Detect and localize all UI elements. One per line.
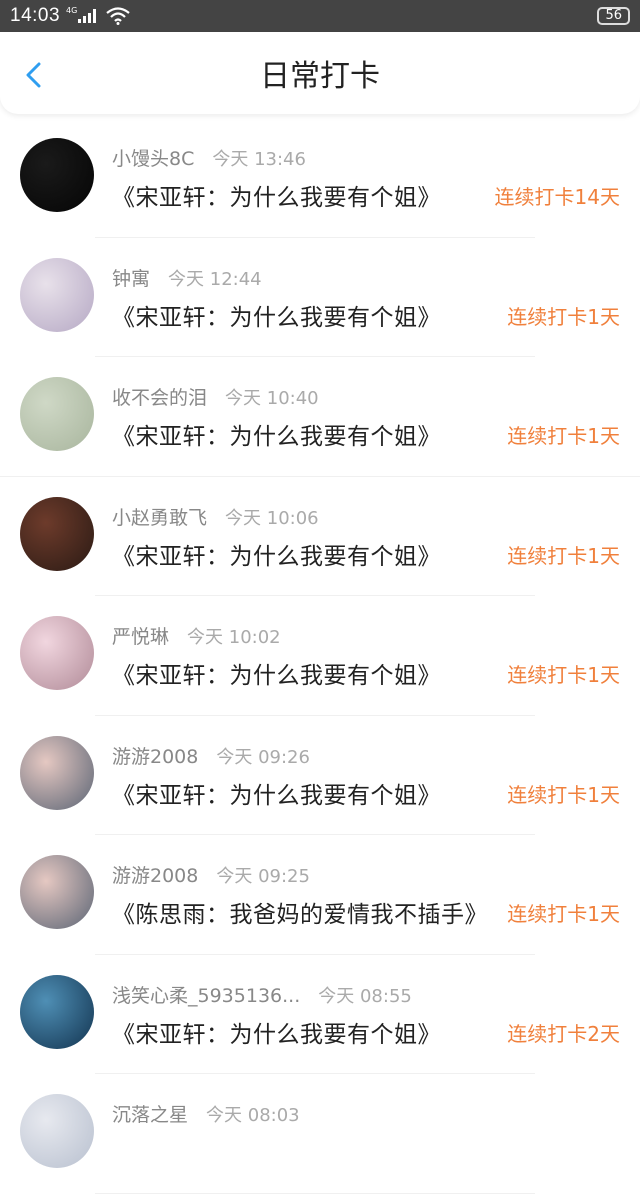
book-title[interactable]: 《宋亚轩：为什么我要有个姐》 [112, 1015, 441, 1049]
list-item[interactable]: 沉落之星 今天 08:03 [0, 1074, 640, 1194]
checkin-time: 今天 12:44 [168, 268, 262, 290]
status-time: 14:03 [10, 5, 61, 26]
wifi-icon [106, 7, 131, 25]
user-name[interactable]: 收不会的泪 [112, 387, 207, 409]
page-title: 日常打卡 [260, 59, 380, 94]
streak-label: 连续打卡1天 [507, 304, 620, 329]
item-meta: 游游2008 今天 09:26 [112, 742, 310, 769]
item-meta: 钟寓 今天 12:44 [112, 264, 262, 291]
avatar[interactable] [20, 855, 94, 929]
list-item[interactable]: 浅笑心柔_5935136... 今天 08:55 《宋亚轩：为什么我要有个姐》 连… [0, 955, 640, 1074]
list-item[interactable]: 游游2008 今天 09:26 《宋亚轩：为什么我要有个姐》 连续打卡1天 [0, 716, 640, 835]
avatar[interactable] [20, 377, 94, 451]
streak-label: 连续打卡1天 [507, 424, 620, 448]
nav-bar: 日常打卡 [0, 32, 640, 114]
checkin-time: 今天 08:03 [206, 1105, 300, 1126]
avatar[interactable] [20, 496, 94, 571]
user-name[interactable]: 严悦琳 [112, 626, 169, 648]
avatar[interactable] [20, 616, 94, 690]
divider [95, 1192, 535, 1194]
checkin-time: 今天 08:55 [318, 985, 412, 1007]
back-arrow-icon[interactable] [22, 62, 48, 88]
checkin-list[interactable]: 小馒头8C 今天 13:46 《宋亚轩：为什么我要有个姐》 连续打卡14天 钟寓今… [0, 118, 640, 1194]
item-meta: 游游2008 今天 09:25 [112, 861, 310, 888]
user-name[interactable]: 沉落之星 [112, 1104, 188, 1126]
list-item[interactable]: 小馒头8C 今天 13:46 《宋亚轩：为什么我要有个姐》 连续打卡14天 [0, 118, 640, 238]
book-title[interactable]: 《宋亚轩：为什么我要有个姐》 [112, 298, 441, 332]
item-meta: 小馒头8C 今天 13:46 [112, 144, 306, 171]
item-meta: 严悦琳 今天 10:02 [112, 622, 281, 649]
checkin-time: 今天 13:46 [212, 149, 306, 170]
book-title[interactable]: 《宋亚轩：为什么我要有个姐》 [112, 776, 441, 810]
signal-icon [78, 9, 97, 23]
list-item[interactable]: 收不会的泪 今天 10:40 《宋亚轩：为什么我要有个姐》 连续打卡1天 [0, 357, 640, 477]
book-title[interactable]: 《宋亚轩：为什么我要有个姐》 [112, 656, 441, 690]
list-item[interactable]: 严悦琳 今天 10:02 《宋亚轩：为什么我要有个姐》 连续打卡1天 [0, 596, 640, 716]
user-name[interactable]: 游游2008 [112, 865, 198, 887]
book-title[interactable]: 《宋亚轩：为什么我要有个姐》 [112, 417, 441, 451]
checkin-time: 今天 10:02 [187, 627, 281, 648]
streak-label: 连续打卡1天 [507, 902, 620, 926]
checkin-time: 今天 10:40 [225, 388, 319, 409]
avatar[interactable] [20, 257, 94, 332]
list-item[interactable]: 钟寓 今天 12:44 《宋亚轩：为什么我要有个姐》 连续打卡1天 [0, 238, 640, 357]
user-name[interactable]: 钟寓 [112, 268, 150, 290]
checkin-time: 今天 09:25 [216, 866, 310, 887]
item-meta: 小赵勇敢飞 今天 10:06 [112, 503, 319, 530]
streak-label: 连续打卡1天 [507, 782, 620, 807]
avatar[interactable] [20, 974, 94, 1049]
streak-label: 连续打卡2天 [507, 1021, 620, 1046]
user-name[interactable]: 浅笑心柔_5935136... [112, 985, 300, 1007]
book-title[interactable]: 《宋亚轩：为什么我要有个姐》 [112, 178, 441, 212]
status-bar: 14:03 4G 56 [0, 0, 640, 32]
checkin-time: 今天 10:06 [225, 507, 319, 529]
book-title[interactable]: 《陈思雨：我爸妈的爱情我不插手》 [112, 895, 488, 929]
network-type: 4G [66, 5, 78, 15]
streak-label: 连续打卡14天 [494, 185, 620, 209]
item-meta: 收不会的泪 今天 10:40 [112, 383, 319, 410]
list-item[interactable]: 游游2008 今天 09:25 《陈思雨：我爸妈的爱情我不插手》 连续打卡1天 [0, 835, 640, 955]
user-name[interactable]: 小赵勇敢飞 [112, 507, 207, 529]
battery-indicator: 56 [597, 7, 630, 25]
streak-label: 连续打卡1天 [507, 663, 620, 687]
streak-label: 连续打卡1天 [507, 543, 620, 568]
item-meta: 沉落之星 今天 08:03 [112, 1100, 300, 1127]
book-title[interactable]: 《宋亚轩：为什么我要有个姐》 [112, 537, 441, 571]
user-name[interactable]: 小馒头8C [112, 148, 194, 170]
avatar[interactable] [20, 735, 94, 810]
list-item[interactable]: 小赵勇敢飞 今天 10:06 《宋亚轩：为什么我要有个姐》 连续打卡1天 [0, 477, 640, 596]
avatar[interactable] [20, 1094, 94, 1168]
item-meta: 浅笑心柔_5935136... 今天 08:55 [112, 981, 412, 1008]
checkin-time: 今天 09:26 [216, 746, 310, 768]
user-name[interactable]: 游游2008 [112, 746, 198, 768]
avatar[interactable] [20, 138, 94, 212]
